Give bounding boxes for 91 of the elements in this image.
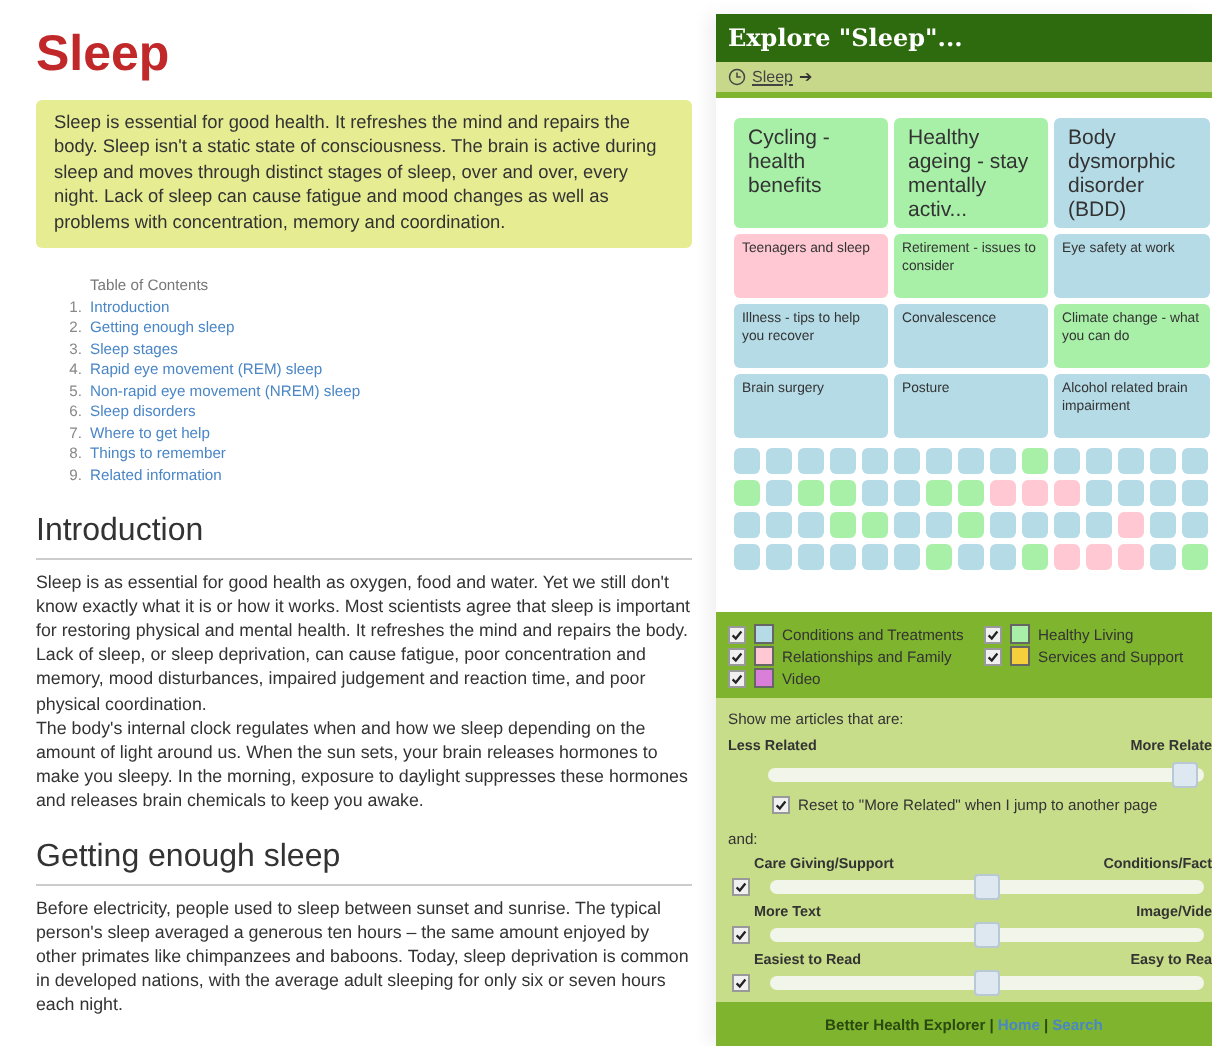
article-tile[interactable]	[990, 544, 1016, 570]
slider-thumb[interactable]	[1172, 762, 1198, 788]
article-tile[interactable]	[1118, 480, 1144, 506]
article-tile[interactable]	[1150, 512, 1176, 538]
article-tile[interactable]: Healthy ageing - stay mentally activ...	[894, 118, 1048, 228]
article-tile[interactable]	[830, 512, 856, 538]
article-tile[interactable]	[830, 480, 856, 506]
checkbox[interactable]	[984, 625, 1002, 643]
article-tile[interactable]	[734, 448, 760, 474]
summary-box: Sleep is essential for good health. It refreshes the mind and repairs the body. Sleep isn't a static state of consciousness. The brain is active during sleep and moves through distinct stages of sleep, over and over, every night. Lack of sleep can cause fatigue and mood changes as well as problems with concentration, memory and coordination.	[36, 100, 692, 249]
article-tile[interactable]	[958, 480, 984, 506]
article-tile[interactable]	[958, 448, 984, 474]
checkbox[interactable]	[732, 926, 750, 944]
article-tile[interactable]	[926, 480, 952, 506]
article-tile[interactable]	[862, 512, 888, 538]
article-tile[interactable]	[1022, 480, 1048, 506]
article-tile[interactable]	[990, 480, 1016, 506]
article-tile[interactable]	[1182, 448, 1208, 474]
article-tile[interactable]	[766, 448, 792, 474]
article-tile[interactable]	[1182, 480, 1208, 506]
checkbox[interactable]	[728, 669, 746, 687]
article-tile[interactable]	[1182, 512, 1208, 538]
checkbox[interactable]	[984, 647, 1002, 665]
article-tile[interactable]	[894, 512, 920, 538]
article-tile[interactable]	[1086, 512, 1112, 538]
slider-track[interactable]	[770, 976, 1204, 990]
article-tile[interactable]: Body dysmorphic disorder (BDD)	[1054, 118, 1210, 228]
article-tile[interactable]	[990, 512, 1016, 538]
checkbox[interactable]	[728, 625, 746, 643]
article-tile[interactable]	[1022, 448, 1048, 474]
article-tile[interactable]	[958, 544, 984, 570]
arrow-glyph: ➔	[798, 68, 813, 86]
article-tile[interactable]	[734, 544, 760, 570]
article-tile[interactable]	[1150, 448, 1176, 474]
slider-track[interactable]	[768, 768, 1204, 782]
article-tile[interactable]	[990, 448, 1016, 474]
clock-icon	[728, 68, 746, 86]
article-tile[interactable]	[1054, 480, 1080, 506]
checkbox[interactable]	[728, 647, 746, 665]
checkbox[interactable]	[732, 878, 750, 896]
article-tile[interactable]	[926, 448, 952, 474]
paragraph: Sleep is as essential for good health as oxygen, food and water. Yet we still don't know exactly what it is or how it works. Most scientists agree that sleep is important for restoring physical and mental health. It refreshes the mind and repairs the body. Lack of sleep, or sleep deprivation, can cause fatigue, poor concentration and memory, mood disturbances, impaired judgement and reaction time, and poor physical coordination.	[36, 570, 692, 716]
checkbox[interactable]	[732, 974, 750, 992]
checkbox[interactable]	[772, 796, 790, 814]
article-tile[interactable]	[798, 480, 824, 506]
paragraph: Before electricity, people used to sleep between sunset and sunrise. The typical person's sleep averaged a generous ten hours – the same amount enjoyed by other primates like chimpanzees and baboons. Today, sleep deprivation is common in developed nations, with the average adult sleeping for only six or seven hours each night.	[36, 895, 691, 1017]
panel-title: Explore "Sleep"...	[716, 14, 1212, 62]
article-tile[interactable]	[1022, 544, 1048, 570]
article-tile[interactable]	[766, 544, 792, 570]
article-tile[interactable]	[1054, 448, 1080, 474]
article-tile[interactable]	[830, 448, 856, 474]
article-tile[interactable]	[862, 544, 888, 570]
paragraph: The body's internal clock regulates when and how we sleep depending on the amount of light around us. When the sun sets, your brain releases hormones to make you sleepy. In the morning, exposure to daylight suppresses these hormones and releases brain chemicals to keep you awake.	[36, 715, 690, 812]
article-tile[interactable]	[894, 480, 920, 506]
article-tile[interactable]	[958, 512, 984, 538]
article-tile[interactable]	[1022, 512, 1048, 538]
article-tile[interactable]	[734, 512, 760, 538]
article-tile[interactable]	[1086, 480, 1112, 506]
slider-thumb[interactable]	[974, 922, 1000, 948]
article-tile[interactable]	[734, 480, 760, 506]
article-tile[interactable]	[798, 512, 824, 538]
article-tile[interactable]	[766, 512, 792, 538]
article-tile[interactable]	[926, 544, 952, 570]
article-tile[interactable]	[894, 448, 920, 474]
article-tile[interactable]	[1182, 544, 1208, 570]
slider-track[interactable]	[770, 880, 1204, 894]
article-tile[interactable]	[926, 512, 952, 538]
section-heading: Getting enough sleep	[36, 839, 692, 886]
slider-track[interactable]	[770, 928, 1204, 942]
page-title: Sleep	[36, 24, 172, 84]
article-tile[interactable]	[798, 544, 824, 570]
article-tile[interactable]	[1118, 544, 1144, 570]
article-tile[interactable]	[1118, 512, 1144, 538]
article-tile[interactable]	[766, 480, 792, 506]
article-tile[interactable]	[1086, 544, 1112, 570]
article-tile[interactable]	[798, 448, 824, 474]
article-tile[interactable]	[1054, 512, 1080, 538]
article-tile[interactable]	[1150, 544, 1176, 570]
slider-thumb[interactable]	[974, 970, 1000, 996]
article-tile[interactable]	[1086, 448, 1112, 474]
article-tile[interactable]	[1054, 544, 1080, 570]
article-tile[interactable]	[1150, 480, 1176, 506]
breadcrumb-link[interactable]: Sleep	[752, 68, 793, 86]
article-tile[interactable]	[862, 448, 888, 474]
article-tile[interactable]	[830, 544, 856, 570]
article-tile[interactable]: Cycling - health benefits	[734, 118, 888, 228]
article-tile[interactable]	[894, 544, 920, 570]
article-tile[interactable]	[862, 480, 888, 506]
slider-thumb[interactable]	[974, 874, 1000, 900]
article-tile[interactable]	[1118, 448, 1144, 474]
section-heading: Introduction	[36, 514, 692, 561]
